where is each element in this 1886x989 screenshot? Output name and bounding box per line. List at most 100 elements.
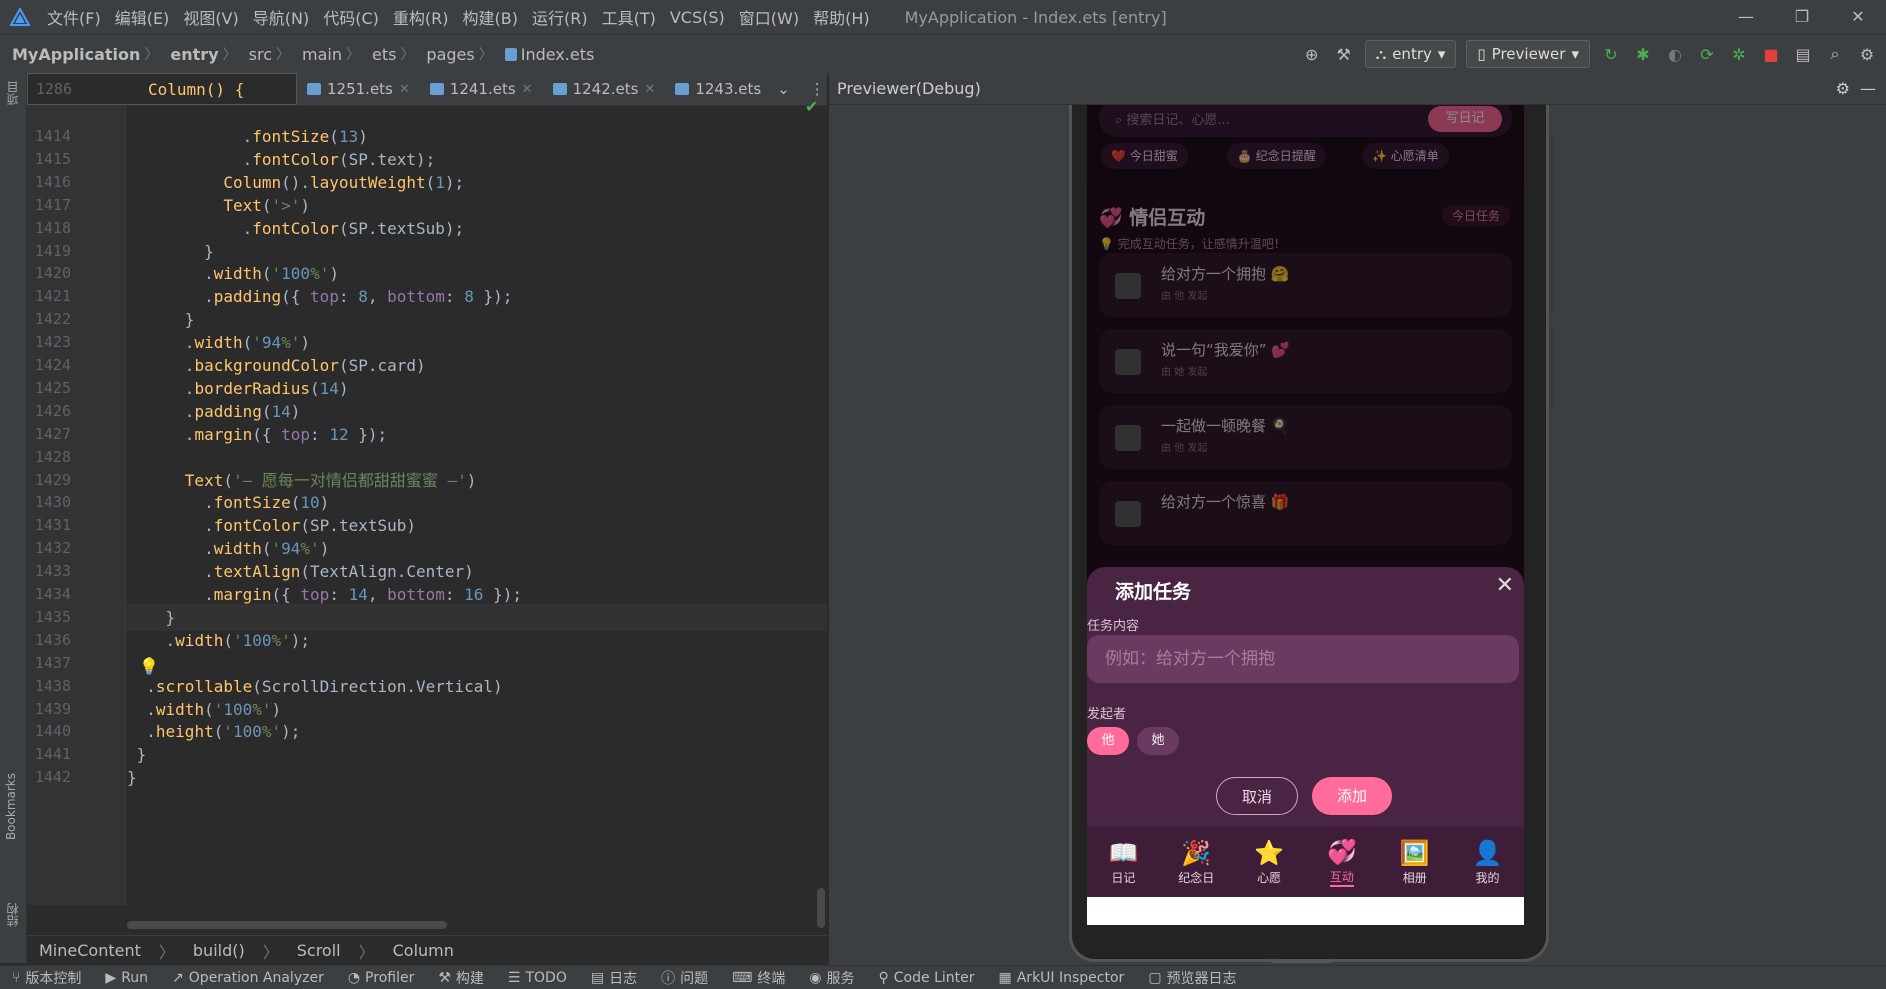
- initiator-option-she[interactable]: 她: [1137, 727, 1179, 755]
- breadcrumb-module[interactable]: entry: [158, 45, 222, 64]
- services-tool[interactable]: ◉ 服务: [797, 968, 866, 988]
- menu-tools[interactable]: 工具(T): [595, 5, 663, 29]
- previewer-panel: Previewer(Debug) ⚙ — ⌕ 搜索日记、心愿... 写日记 ❤️…: [829, 73, 1886, 965]
- add-button[interactable]: 添加: [1312, 777, 1392, 815]
- stop-icon[interactable]: ■: [1760, 43, 1782, 65]
- attach-icon[interactable]: ◐: [1664, 43, 1686, 65]
- close-icon[interactable]: ✕: [399, 82, 410, 97]
- nav-wish[interactable]: ⭐ 心愿: [1233, 827, 1306, 897]
- menu-code[interactable]: 代码(C): [316, 5, 386, 29]
- terminal-tool[interactable]: ⌨ 终端: [720, 968, 797, 988]
- vertical-scrollbar[interactable]: [817, 888, 825, 928]
- device-selector[interactable]: ▯ Previewer ▾: [1466, 40, 1590, 68]
- nav-interaction[interactable]: 💞 互动: [1305, 827, 1378, 897]
- operation-analyzer-tool[interactable]: ↗ Operation Analyzer: [160, 970, 336, 986]
- dialog-backdrop[interactable]: [1087, 105, 1524, 645]
- tab-1241[interactable]: 1241.ets ✕: [420, 73, 543, 105]
- sticky-scope-header[interactable]: 1286 Column() {: [27, 73, 297, 105]
- device-label: Previewer: [1491, 45, 1566, 63]
- horizontal-scrollbar[interactable]: [127, 921, 447, 929]
- line-number: 1426: [34, 401, 71, 420]
- lightbulb-icon[interactable]: 💡: [139, 657, 159, 676]
- menu-file[interactable]: 文件(F): [40, 5, 108, 29]
- close-icon[interactable]: ✕: [522, 82, 533, 97]
- log-tool[interactable]: ▤ 日志: [579, 968, 649, 988]
- nav-mine[interactable]: 👤 我的: [1451, 827, 1524, 897]
- more-icon[interactable]: ⋮: [810, 80, 825, 98]
- problems-tool[interactable]: ⓘ 问题: [649, 968, 720, 988]
- tabs-overflow-icon[interactable]: ⌄: [777, 80, 790, 98]
- structure-tool-tab[interactable]: 结构: [4, 903, 21, 927]
- maximize-button[interactable]: ❐: [1774, 0, 1830, 34]
- menu-navigate[interactable]: 导航(N): [246, 5, 316, 29]
- code-crumb-2[interactable]: Scroll: [297, 941, 341, 960]
- menu-run[interactable]: 运行(R): [525, 5, 595, 29]
- menu-build[interactable]: 构建(B): [456, 5, 525, 29]
- settings-icon[interactable]: ⚙: [1836, 73, 1850, 105]
- menu-help[interactable]: 帮助(H): [806, 5, 877, 29]
- breadcrumb-file[interactable]: Index.ets: [493, 45, 599, 64]
- tool-label: 版本控制: [25, 970, 82, 987]
- build-tool[interactable]: ⚒ 构建: [426, 968, 496, 988]
- search-icon[interactable]: ⌕: [1824, 43, 1846, 65]
- task-content-input[interactable]: [1087, 635, 1519, 683]
- code-line[interactable]: .height('100%');: [127, 718, 300, 745]
- minimize-panel-icon[interactable]: —: [1860, 73, 1876, 105]
- profiler-tool[interactable]: ◔ Profiler: [336, 970, 427, 986]
- menu-vcs[interactable]: VCS(S): [663, 8, 732, 27]
- code-crumb-0[interactable]: MineContent: [39, 941, 141, 960]
- line-number: 1427: [34, 424, 71, 443]
- minimize-button[interactable]: —: [1718, 0, 1774, 34]
- nav-anniversary[interactable]: 🎉 纪念日: [1160, 827, 1233, 897]
- settings-icon[interactable]: ⚙: [1856, 43, 1878, 65]
- arkui-inspector-tool[interactable]: ▦ ArkUI Inspector: [987, 970, 1137, 986]
- vcs-tool[interactable]: ⑂ 版本控制: [0, 968, 93, 988]
- chevron-down-icon: ▾: [1437, 45, 1446, 63]
- breadcrumb-src[interactable]: src: [237, 45, 276, 64]
- previewer-log-tool[interactable]: ▢ 预览器日志: [1136, 968, 1248, 988]
- tab-1243[interactable]: 1243.ets: [665, 73, 771, 105]
- debug-icon[interactable]: ✱: [1632, 43, 1654, 65]
- menu-view[interactable]: 视图(V): [176, 5, 245, 29]
- run-tool[interactable]: ▶ Run: [93, 970, 160, 986]
- services-icon: ◉: [809, 969, 822, 986]
- nav-album[interactable]: 🖼️ 相册: [1378, 827, 1451, 897]
- project-structure-icon[interactable]: ▤: [1792, 43, 1814, 65]
- code-linter-tool[interactable]: ⚲ Code Linter: [867, 970, 987, 986]
- close-icon[interactable]: ✕: [1496, 573, 1514, 598]
- chevron-right-icon: 〉: [478, 47, 493, 63]
- code-area[interactable]: .fontSize(13) .fontColor(SP.text); Colum…: [127, 105, 827, 905]
- target-icon[interactable]: ⊕: [1301, 43, 1323, 65]
- tab-1251[interactable]: 1251.ets ✕: [297, 73, 420, 105]
- code-line[interactable]: .margin({ top: 12 });: [127, 421, 387, 448]
- panel-resize-handle[interactable]: [1271, 959, 1331, 963]
- bookmarks-tool-tab[interactable]: Bookmarks: [4, 773, 18, 840]
- breadcrumb-project[interactable]: MyApplication: [0, 45, 144, 64]
- debug-attach-icon[interactable]: ✲: [1728, 43, 1750, 65]
- file-icon: [675, 83, 690, 95]
- rerun-icon[interactable]: ↻: [1600, 43, 1622, 65]
- reload-icon[interactable]: ⟳: [1696, 43, 1718, 65]
- nav-diary[interactable]: 📖 日记: [1087, 827, 1160, 897]
- close-icon[interactable]: ✕: [644, 82, 655, 97]
- menu-window[interactable]: 窗口(W): [732, 5, 806, 29]
- breadcrumb-pages[interactable]: pages: [414, 45, 478, 64]
- code-crumb-3[interactable]: Column: [393, 941, 454, 960]
- code-line[interactable]: }: [127, 764, 137, 791]
- todo-tool[interactable]: ☰ TODO: [496, 970, 579, 986]
- project-tool-tab[interactable]: 项目: [4, 81, 21, 105]
- line-number: 1438: [34, 676, 71, 695]
- breadcrumb-ets[interactable]: ets: [360, 45, 400, 64]
- code-crumb-1[interactable]: build(): [193, 941, 245, 960]
- hammer-icon[interactable]: ⚒: [1333, 43, 1355, 65]
- menu-edit[interactable]: 编辑(E): [108, 5, 177, 29]
- initiator-option-he[interactable]: 他: [1087, 727, 1129, 755]
- sticky-code: Column() {: [148, 79, 245, 99]
- close-window-button[interactable]: ✕: [1830, 0, 1886, 34]
- breadcrumb-main[interactable]: main: [290, 45, 346, 64]
- menu-refactor[interactable]: 重构(R): [386, 5, 456, 29]
- chevron-right-icon: 〉: [144, 47, 159, 63]
- module-selector[interactable]: ⛬ entry ▾: [1364, 40, 1457, 68]
- tab-1242[interactable]: 1242.ets ✕: [543, 73, 666, 105]
- cancel-button[interactable]: 取消: [1216, 777, 1298, 815]
